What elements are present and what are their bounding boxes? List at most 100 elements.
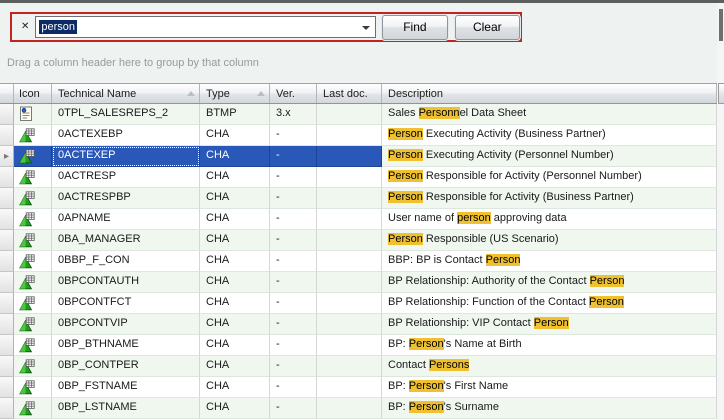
- icon-cell: [14, 293, 52, 314]
- last-doc-cell: [317, 251, 382, 272]
- row-selector[interactable]: [0, 209, 14, 230]
- column-header-lastdoc[interactable]: Last doc.: [317, 84, 382, 103]
- last-doc-cell: [317, 146, 382, 167]
- close-search-icon[interactable]: ✕: [21, 22, 29, 32]
- search-combobox[interactable]: person: [35, 16, 376, 38]
- column-header-type[interactable]: Type: [200, 84, 270, 103]
- version-cell: -: [270, 188, 317, 209]
- type-cell: CHA: [200, 272, 270, 293]
- last-doc-cell: [317, 398, 382, 419]
- column-header-name[interactable]: Technical Name: [52, 84, 200, 103]
- icon-cell: [14, 209, 52, 230]
- characteristic-icon: [19, 401, 35, 416]
- table-row[interactable]: 0APNAMECHA-User name of person approving…: [0, 209, 717, 230]
- type-cell: CHA: [200, 230, 270, 251]
- search-match-highlight: Person: [388, 170, 423, 182]
- technical-name-cell: 0TPL_SALESREPS_2: [52, 104, 200, 125]
- row-selector[interactable]: [0, 188, 14, 209]
- type-cell: CHA: [200, 293, 270, 314]
- technical-name-cell: 0ACTEXEBP: [52, 125, 200, 146]
- row-selector[interactable]: [0, 356, 14, 377]
- version-cell: -: [270, 146, 317, 167]
- column-header-desc[interactable]: Description: [382, 84, 717, 103]
- table-row[interactable]: 0ACTEXEBPCHA-Person Executing Activity (…: [0, 125, 717, 146]
- table-row[interactable]: 0BP_FSTNAMECHA-BP: Person's First Name: [0, 377, 717, 398]
- search-match-highlight: Person: [409, 401, 444, 413]
- table-row[interactable]: 0TPL_SALESREPS_2BTMP3.xSales Personnel D…: [0, 104, 717, 125]
- grid-body: 0TPL_SALESREPS_2BTMP3.xSales Personnel D…: [0, 104, 717, 419]
- search-match-highlight: Personn: [419, 107, 460, 119]
- description-cell: BBP: BP is Contact Person: [382, 251, 717, 272]
- row-selector[interactable]: ▸: [0, 146, 14, 167]
- last-doc-cell: [317, 293, 382, 314]
- row-selector[interactable]: [0, 377, 14, 398]
- description-cell: BP: Person's First Name: [382, 377, 717, 398]
- version-cell: -: [270, 377, 317, 398]
- row-selector[interactable]: [0, 230, 14, 251]
- combo-dropdown-icon[interactable]: [362, 26, 370, 30]
- type-cell: CHA: [200, 209, 270, 230]
- row-selector[interactable]: [0, 272, 14, 293]
- results-grid: IconTechnical Name Type Ver. Last doc. Descr…: [0, 83, 717, 420]
- table-row[interactable]: 0BA_MANAGERCHA-Person Responsible (US Sc…: [0, 230, 717, 251]
- row-selector[interactable]: [0, 335, 14, 356]
- search-match-highlight: Person: [534, 317, 569, 329]
- type-cell: CHA: [200, 377, 270, 398]
- column-header-icon[interactable]: Icon: [14, 84, 52, 103]
- version-cell: -: [270, 293, 317, 314]
- clear-button[interactable]: Clear: [455, 15, 520, 40]
- row-selector[interactable]: [0, 125, 14, 146]
- table-row[interactable]: 0BPCONTAUTHCHA-BP Relationship: Authorit…: [0, 272, 717, 293]
- characteristic-icon: [19, 191, 35, 206]
- table-row[interactable]: 0BP_CONTPERCHA-Contact Persons: [0, 356, 717, 377]
- last-doc-cell: [317, 272, 382, 293]
- row-selector[interactable]: [0, 398, 14, 419]
- btmp-template-icon: [19, 106, 33, 122]
- search-input-value[interactable]: person: [39, 20, 77, 34]
- selector-column-header[interactable]: [0, 84, 14, 103]
- type-cell: CHA: [200, 335, 270, 356]
- sort-ascending-icon: [257, 91, 265, 96]
- row-selector[interactable]: [0, 314, 14, 335]
- row-selector[interactable]: [0, 251, 14, 272]
- table-row[interactable]: 0ACTRESPBPCHA-Person Responsible for Act…: [0, 188, 717, 209]
- table-row[interactable]: 0BPCONTVIPCHA-BP Relationship: VIP Conta…: [0, 314, 717, 335]
- table-row[interactable]: 0BP_BTHNAMECHA-BP: Person's Name at Birt…: [0, 335, 717, 356]
- type-cell: CHA: [200, 251, 270, 272]
- column-header-label: Type: [206, 88, 230, 100]
- icon-cell: [14, 356, 52, 377]
- last-doc-cell: [317, 125, 382, 146]
- characteristic-icon: [19, 254, 35, 269]
- row-selector[interactable]: [0, 293, 14, 314]
- table-row[interactable]: ▸0ACTEXEPCHA-Person Executing Activity (…: [0, 146, 717, 167]
- column-header-ver[interactable]: Ver.: [270, 84, 317, 103]
- technical-name-cell: 0BPCONTVIP: [52, 314, 200, 335]
- description-cell: Sales Personnel Data Sheet: [382, 104, 717, 125]
- table-row[interactable]: 0BPCONTFCTCHA-BP Relationship: Function …: [0, 293, 717, 314]
- search-match-highlight: person: [457, 212, 491, 224]
- icon-cell: [14, 188, 52, 209]
- table-row[interactable]: 0BBP_F_CONCHA-BBP: BP is Contact Person: [0, 251, 717, 272]
- version-cell: -: [270, 398, 317, 419]
- search-match-highlight: Person: [388, 233, 423, 245]
- icon-cell: [14, 146, 52, 167]
- description-cell: BP Relationship: Authority of the Contac…: [382, 272, 717, 293]
- description-cell: BP Relationship: VIP Contact Person: [382, 314, 717, 335]
- column-header-label: Description: [388, 88, 443, 100]
- column-header-label: Last doc.: [323, 88, 368, 100]
- row-selector[interactable]: [0, 167, 14, 188]
- last-doc-cell: [317, 230, 382, 251]
- vertical-scrollbar[interactable]: [717, 3, 724, 420]
- scrollbar-thumb[interactable]: [719, 9, 723, 41]
- table-row[interactable]: 0ACTRESPCHA-Person Responsible for Activ…: [0, 167, 717, 188]
- type-cell: CHA: [200, 314, 270, 335]
- grid-header: IconTechnical Name Type Ver. Last doc. Descr…: [0, 83, 717, 104]
- header-fragment: [718, 83, 724, 104]
- find-button[interactable]: Find: [382, 15, 447, 40]
- row-selector[interactable]: [0, 104, 14, 125]
- table-row[interactable]: 0BP_LSTNAMECHA-BP: Person's Surname: [0, 398, 717, 419]
- window-top-edge: [0, 0, 724, 3]
- type-cell: BTMP: [200, 104, 270, 125]
- icon-cell: [14, 251, 52, 272]
- characteristic-icon: [19, 149, 35, 164]
